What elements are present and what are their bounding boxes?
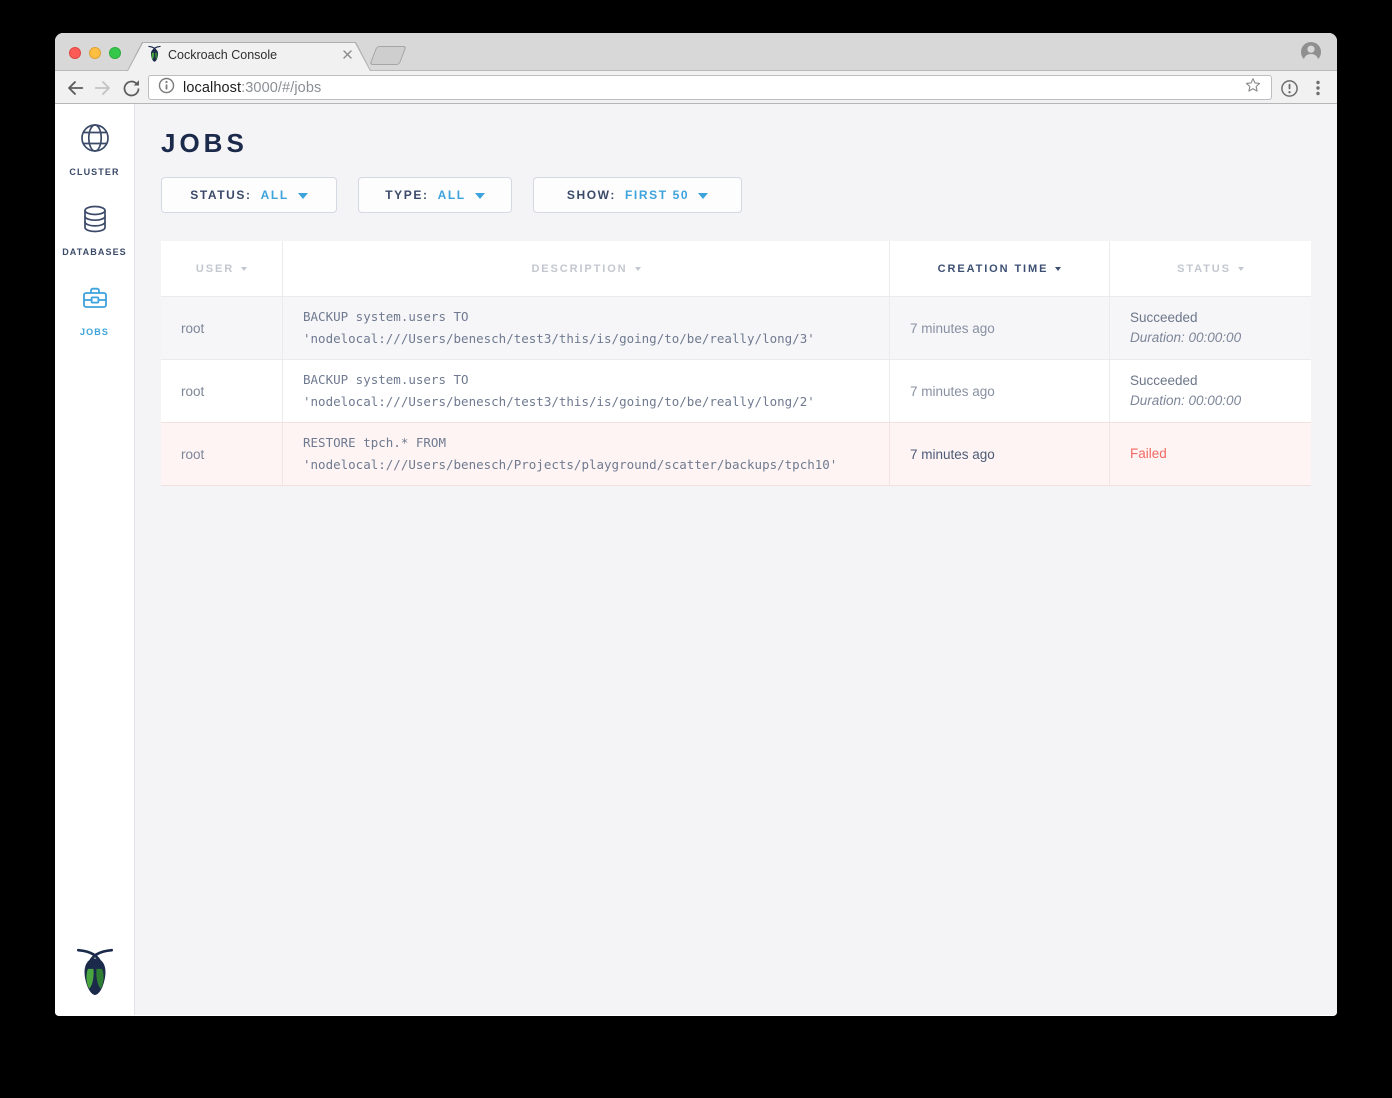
profile-avatar-icon[interactable] bbox=[1299, 40, 1323, 69]
filter-label: STATUS: bbox=[190, 188, 251, 202]
status-filter-dropdown[interactable]: STATUS: ALL bbox=[161, 177, 337, 213]
job-description-line1: BACKUP system.users TO bbox=[303, 306, 869, 328]
chevron-down-icon bbox=[298, 193, 308, 199]
filter-value: FIRST 50 bbox=[625, 188, 689, 202]
job-status: Succeeded bbox=[1130, 308, 1291, 328]
table-row[interactable]: root RESTORE tpch.* FROM 'nodelocal:///U… bbox=[161, 422, 1311, 486]
bookmark-star-icon[interactable] bbox=[1244, 76, 1262, 99]
column-header-label: STATUS bbox=[1177, 263, 1231, 275]
job-user: root bbox=[181, 447, 262, 462]
chevron-down-icon bbox=[475, 193, 485, 199]
browser-menu-icon[interactable] bbox=[1305, 75, 1331, 101]
job-user: root bbox=[181, 321, 262, 336]
forward-icon[interactable] bbox=[90, 75, 116, 101]
database-icon bbox=[79, 203, 111, 240]
zoom-window-button[interactable] bbox=[109, 47, 121, 59]
chevron-down-icon bbox=[698, 193, 708, 199]
job-description-line1: BACKUP system.users TO bbox=[303, 369, 869, 391]
sort-caret-icon bbox=[1238, 267, 1244, 271]
window-controls bbox=[69, 47, 121, 59]
job-description-line2: 'nodelocal:///Users/benesch/Projects/pla… bbox=[303, 454, 869, 476]
briefcase-icon bbox=[79, 283, 111, 320]
type-filter-dropdown[interactable]: TYPE: ALL bbox=[358, 177, 512, 213]
job-description-line2: 'nodelocal:///Users/benesch/test3/this/i… bbox=[303, 328, 869, 350]
globe-icon bbox=[78, 121, 112, 160]
jobs-table: USER DESCRIPTION CREATION TIME STATUS bbox=[161, 241, 1311, 486]
column-header-label: USER bbox=[196, 263, 234, 275]
column-header-user[interactable]: USER bbox=[161, 241, 283, 296]
address-bar[interactable]: localhost:3000/#/jobs bbox=[148, 75, 1272, 100]
filter-label: TYPE: bbox=[385, 188, 428, 202]
sort-caret-icon bbox=[1055, 267, 1061, 271]
sidebar-item-databases[interactable]: DATABASES bbox=[55, 203, 134, 257]
url-path: :3000/#/jobs bbox=[241, 80, 321, 96]
jobs-page: JOBS STATUS: ALL TYPE: ALL SHOW: FIRST 5… bbox=[135, 104, 1337, 1015]
sidebar: CLUSTER DATABASES bbox=[55, 104, 135, 1015]
filters-row: STATUS: ALL TYPE: ALL SHOW: FIRST 50 bbox=[161, 177, 1311, 213]
sidebar-item-jobs[interactable]: JOBS bbox=[55, 283, 134, 337]
back-icon[interactable] bbox=[62, 75, 88, 101]
new-tab-button[interactable] bbox=[369, 46, 406, 65]
cockroach-favicon-icon bbox=[147, 45, 162, 67]
browser-toolbar: localhost:3000/#/jobs bbox=[55, 71, 1337, 104]
job-duration: Duration: 00:00:00 bbox=[1130, 328, 1291, 348]
page-info-icon[interactable] bbox=[158, 77, 175, 99]
page-title: JOBS bbox=[161, 128, 1311, 158]
table-row[interactable]: root BACKUP system.users TO 'nodelocal:/… bbox=[161, 296, 1311, 359]
tab-title: Cockroach Console bbox=[168, 48, 277, 62]
filter-label: SHOW: bbox=[567, 188, 616, 202]
sort-caret-icon bbox=[635, 267, 641, 271]
job-status: Failed bbox=[1130, 444, 1291, 464]
browser-window: Cockroach Console bbox=[55, 33, 1337, 1016]
column-header-description[interactable]: DESCRIPTION bbox=[283, 241, 890, 296]
job-duration: Duration: 00:00:00 bbox=[1130, 391, 1291, 411]
table-header-row: USER DESCRIPTION CREATION TIME STATUS bbox=[161, 241, 1311, 296]
extension-alert-icon[interactable] bbox=[1276, 75, 1302, 101]
show-filter-dropdown[interactable]: SHOW: FIRST 50 bbox=[533, 177, 742, 213]
job-status: Succeeded bbox=[1130, 371, 1291, 391]
cockroach-logo bbox=[74, 946, 116, 1001]
sidebar-item-label: CLUSTER bbox=[69, 167, 119, 177]
job-description-line1: RESTORE tpch.* FROM bbox=[303, 432, 869, 454]
tab-strip: Cockroach Console bbox=[55, 33, 1337, 71]
url-text: localhost:3000/#/jobs bbox=[183, 80, 321, 96]
filter-value: ALL bbox=[261, 188, 289, 202]
column-header-creation-time[interactable]: CREATION TIME bbox=[890, 241, 1110, 296]
job-user: root bbox=[181, 384, 262, 399]
sidebar-item-label: JOBS bbox=[80, 327, 109, 337]
job-creation-time: 7 minutes ago bbox=[910, 321, 1089, 336]
minimize-window-button[interactable] bbox=[89, 47, 101, 59]
column-header-label: CREATION TIME bbox=[938, 263, 1049, 275]
column-header-status[interactable]: STATUS bbox=[1110, 241, 1311, 296]
tab-close-icon[interactable] bbox=[341, 48, 354, 61]
job-creation-time: 7 minutes ago bbox=[910, 447, 1089, 462]
app-content: CLUSTER DATABASES bbox=[55, 104, 1337, 1015]
url-host: localhost bbox=[183, 80, 241, 96]
reload-icon[interactable] bbox=[118, 75, 144, 101]
job-description-line2: 'nodelocal:///Users/benesch/test3/this/i… bbox=[303, 391, 869, 413]
column-header-label: DESCRIPTION bbox=[531, 263, 627, 275]
filter-value: ALL bbox=[438, 188, 466, 202]
sort-caret-icon bbox=[241, 267, 247, 271]
sidebar-item-cluster[interactable]: CLUSTER bbox=[55, 121, 134, 177]
close-window-button[interactable] bbox=[69, 47, 81, 59]
table-row[interactable]: root BACKUP system.users TO 'nodelocal:/… bbox=[161, 359, 1311, 422]
job-creation-time: 7 minutes ago bbox=[910, 384, 1089, 399]
sidebar-item-label: DATABASES bbox=[62, 247, 127, 257]
